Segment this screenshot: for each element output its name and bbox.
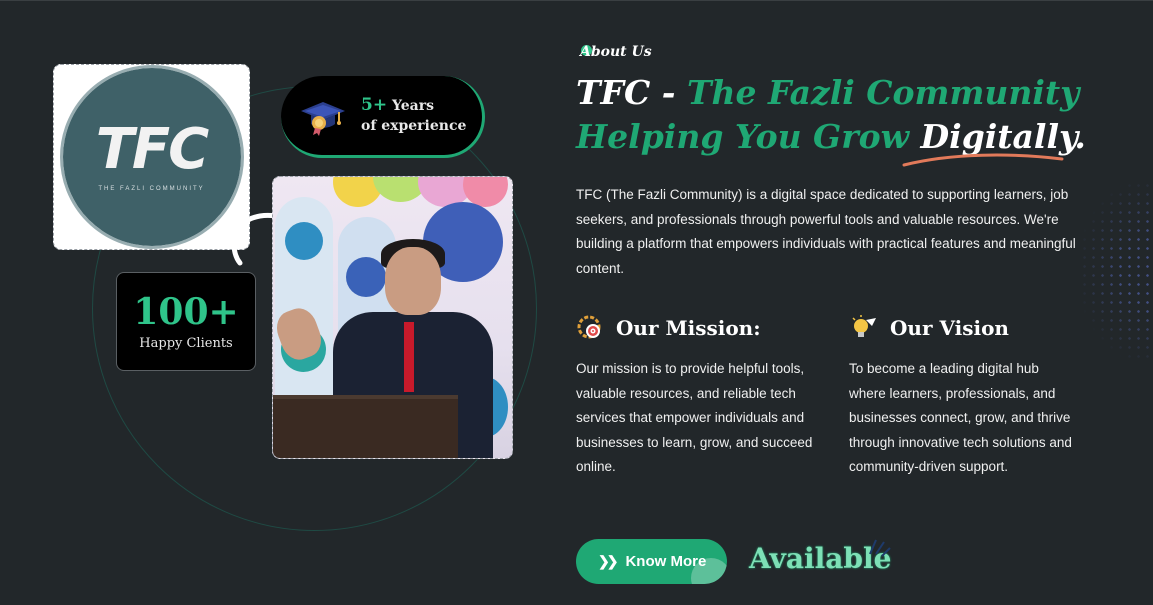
experience-label-years: Years	[391, 98, 434, 114]
person-head	[385, 247, 441, 315]
mission-title: Our Mission:	[616, 316, 761, 340]
know-more-button[interactable]: ❯❯ Know More	[576, 539, 727, 584]
graduation-cap-icon	[299, 96, 347, 136]
experience-number: 5+	[361, 95, 388, 115]
experience-text: 5+ Years of experience	[361, 95, 466, 136]
double-chevron-right-icon: ❯❯	[598, 553, 619, 569]
lightbulb-icon	[850, 314, 878, 342]
mission-text: Our mission is to provide helpful tools,…	[576, 361, 813, 474]
logo-subtext: THE FAZLI COMMUNITY	[98, 186, 205, 192]
happy-clients-card: 100+ Happy Clients	[116, 272, 256, 371]
title-helping: Helping You Grow	[576, 117, 921, 156]
backdrop-circle	[346, 257, 386, 297]
sparkle-lines-icon	[869, 539, 891, 557]
clients-number: 100+	[133, 291, 239, 333]
swoosh-underline-icon	[902, 153, 1064, 167]
intro-paragraph: TFC (The Fazli Community) is a digital s…	[576, 187, 1076, 276]
podium	[273, 399, 458, 458]
clients-label: Happy Clients	[139, 336, 233, 351]
mission-heading: Our Mission:	[576, 314, 761, 342]
know-more-label: Know More	[625, 553, 707, 570]
experience-label-sub: of experience	[361, 118, 467, 134]
logo-text: TFC	[95, 117, 210, 182]
vision-text: To become a leading digital hub where le…	[849, 361, 1072, 474]
page-title: TFC - The Fazli Community Helping You Gr…	[576, 71, 1136, 159]
about-us-tag: About Us	[580, 44, 652, 60]
founder-photo	[272, 176, 513, 459]
vision-heading: Our Vision	[850, 314, 1009, 342]
title-community: The Fazli Community	[686, 73, 1080, 112]
experience-badge: 5+ Years of experience	[281, 76, 485, 158]
backdrop-circle	[285, 222, 323, 260]
decorative-dot-pattern	[1080, 181, 1153, 361]
title-tfc: TFC -	[576, 73, 687, 112]
title-dot: .	[1074, 117, 1086, 156]
target-gear-icon	[576, 314, 604, 342]
vision-title: Our Vision	[890, 316, 1009, 340]
person-tie	[404, 322, 414, 392]
